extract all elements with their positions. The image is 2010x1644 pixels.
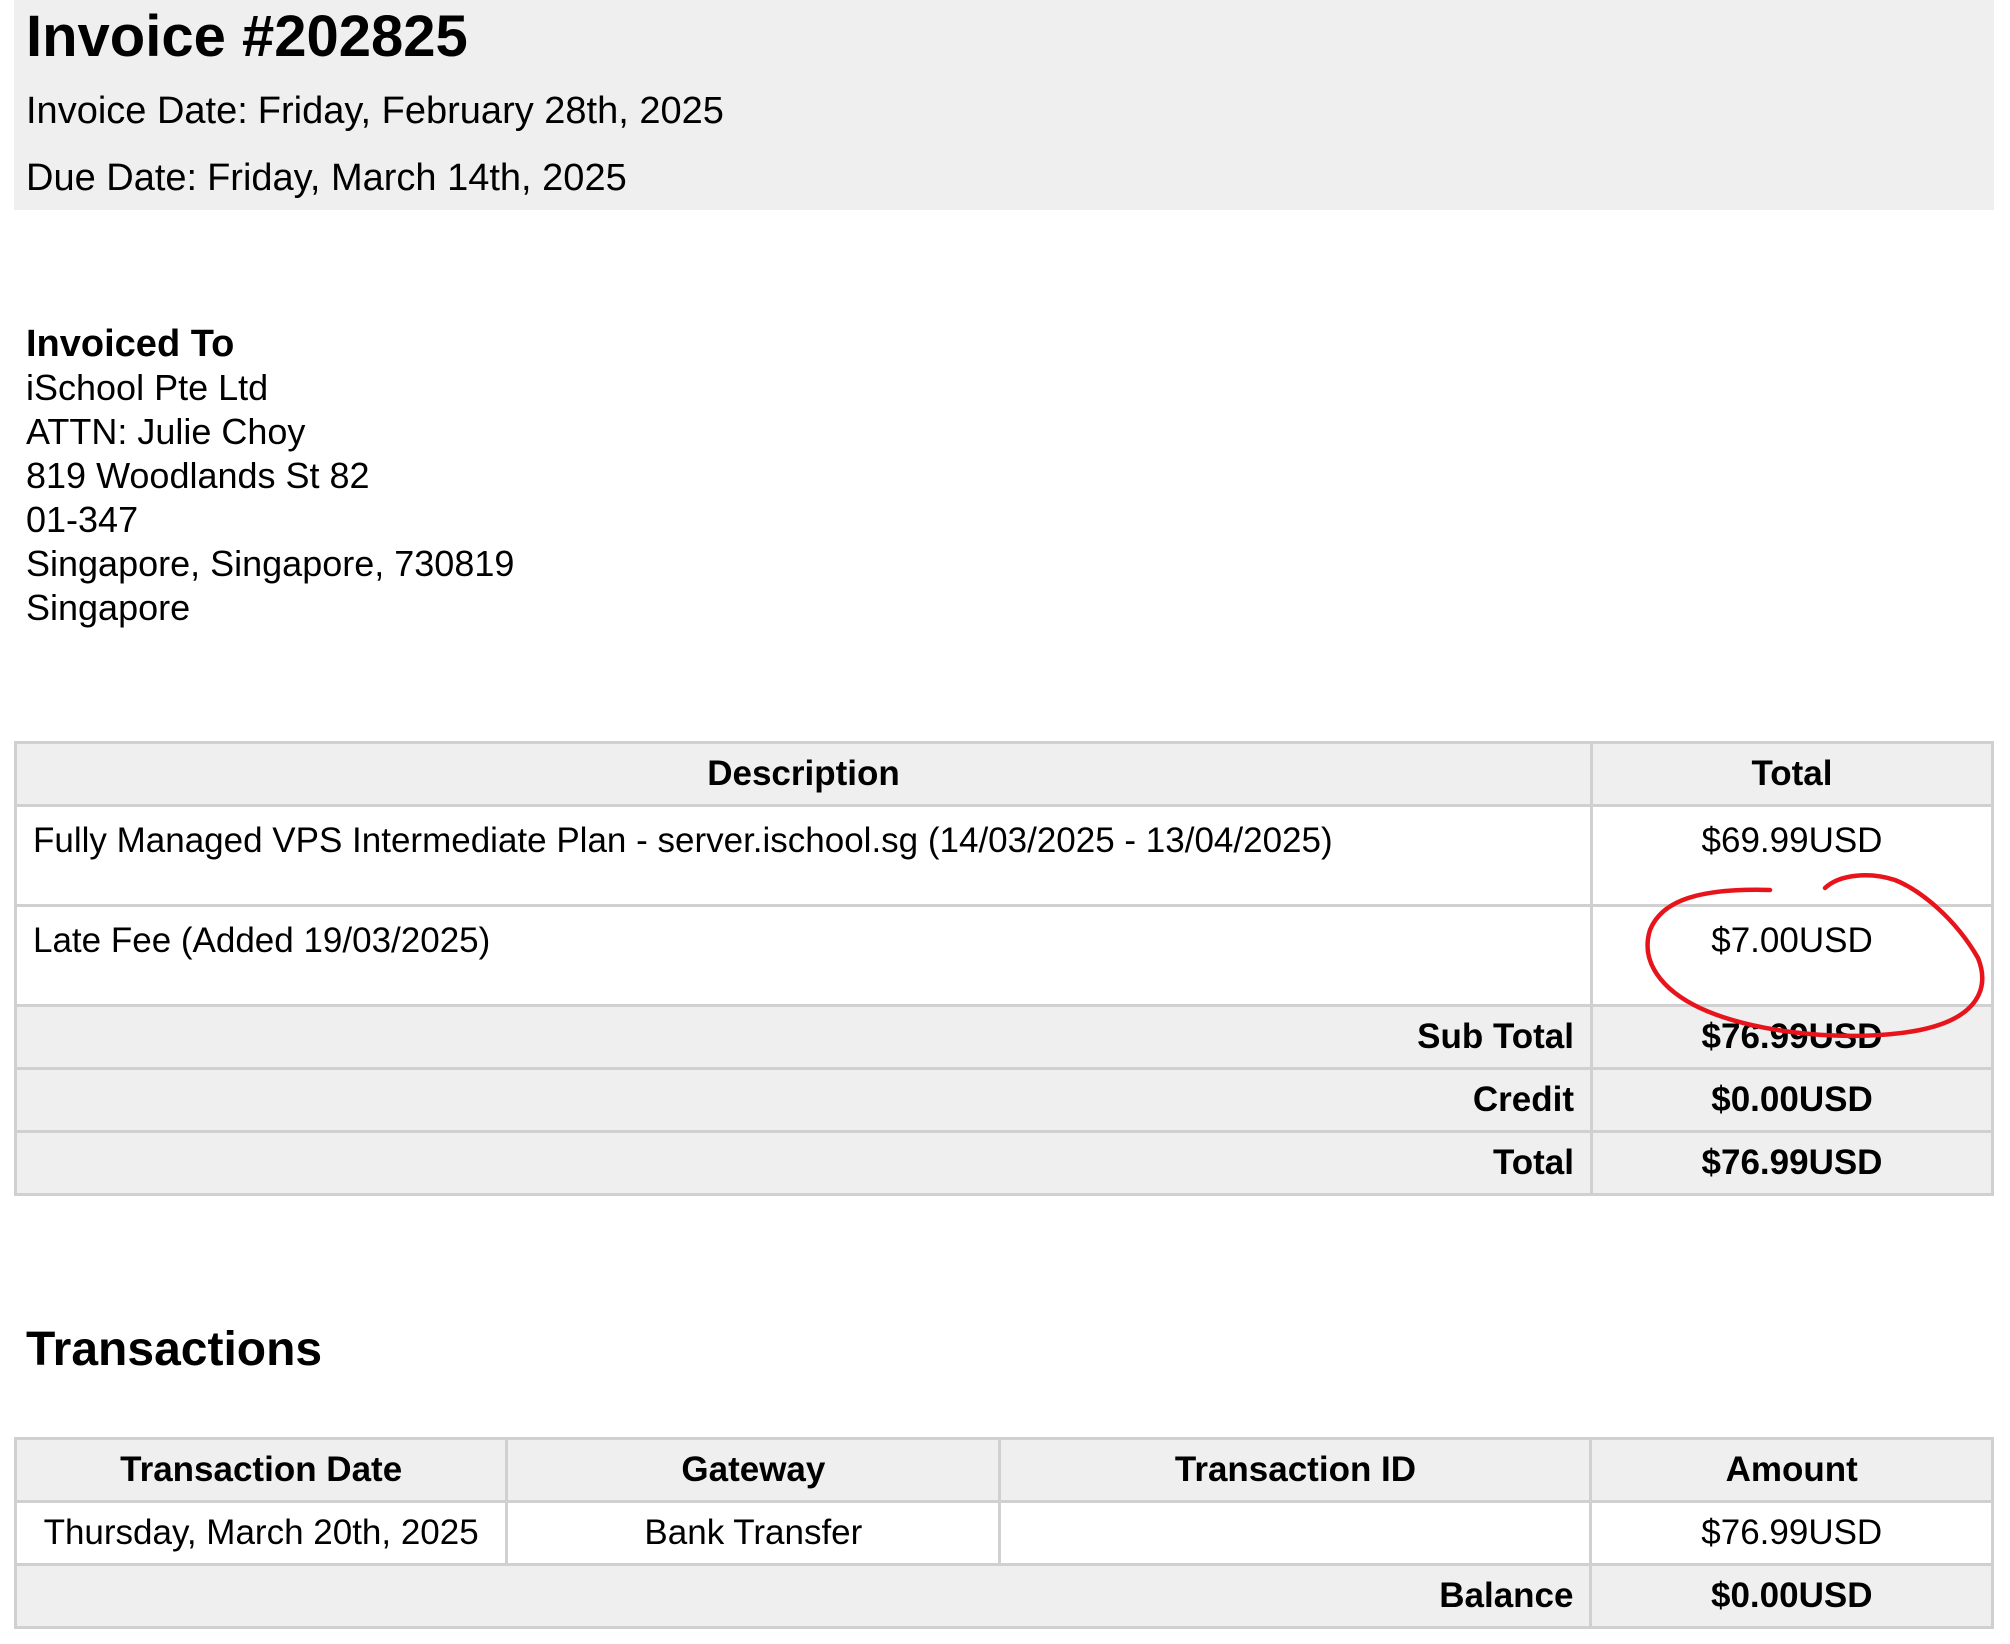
items-header-row: Description Total [14, 741, 1994, 807]
line-item-row: Fully Managed VPS Intermediate Plan - se… [14, 804, 1994, 907]
transactions-header-row: Transaction Date Gateway Transaction ID … [13, 1437, 1994, 1503]
total-row: Total $76.99USD [14, 1130, 1994, 1196]
description-column-header: Description [14, 741, 1593, 807]
due-date: Due Date: Friday, March 14th, 2025 [26, 154, 627, 202]
subtotal-label: Sub Total [14, 1004, 1593, 1070]
transaction-id [998, 1500, 1593, 1566]
credit-value: $0.00USD [1590, 1067, 1994, 1133]
address-line: iSchool Pte Ltd [26, 367, 269, 408]
balance-value: $0.00USD [1589, 1563, 1994, 1629]
line-item-total: $7.00USD [1590, 904, 1994, 1007]
credit-label: Credit [14, 1067, 1593, 1133]
total-column-header: Total [1590, 741, 1994, 807]
subtotal-value: $76.99USD [1590, 1004, 1994, 1070]
due-date-label: Due Date: [26, 157, 198, 199]
invoice-title: Invoice #202825 [26, 4, 468, 69]
transaction-date-header: Transaction Date [13, 1437, 509, 1503]
due-date-value: Friday, March 14th, 2025 [207, 157, 627, 199]
credit-row: Credit $0.00USD [14, 1067, 1994, 1133]
transaction-gateway: Bank Transfer [505, 1500, 1002, 1566]
invoice-date: Invoice Date: Friday, February 28th, 2025 [26, 87, 724, 135]
balance-row: Balance $0.00USD [13, 1563, 1994, 1629]
line-item-description: Fully Managed VPS Intermediate Plan - se… [14, 804, 1593, 907]
total-label: Total [14, 1130, 1593, 1196]
address-line: Singapore, Singapore, 730819 [26, 543, 515, 584]
line-item-row: Late Fee (Added 19/03/2025) $7.00USD [14, 904, 1994, 1007]
transaction-id-header: Transaction ID [998, 1437, 1593, 1503]
line-item-description: Late Fee (Added 19/03/2025) [14, 904, 1593, 1007]
transaction-amount: $76.99USD [1589, 1500, 1994, 1566]
invoice-page: Invoice #202825 Invoice Date: Friday, Feb… [0, 0, 2010, 1644]
invoiced-to-heading: Invoiced To [26, 323, 235, 365]
address-line: ATTN: Julie Choy [26, 411, 306, 452]
transaction-date: Thursday, March 20th, 2025 [13, 1500, 509, 1566]
transactions-heading: Transactions [26, 1323, 323, 1376]
address-line: Singapore [26, 587, 191, 628]
gateway-header: Gateway [505, 1437, 1002, 1503]
invoice-date-value: Friday, February 28th, 2025 [257, 90, 724, 132]
invoice-date-label: Invoice Date: [26, 90, 248, 132]
invoiced-to-block: Invoiced To iSchool Pte Ltd ATTN: Julie … [26, 322, 514, 630]
subtotal-row: Sub Total $76.99USD [14, 1004, 1994, 1070]
total-value: $76.99USD [1590, 1130, 1994, 1196]
transactions-table: Transaction Date Gateway Transaction ID … [13, 1437, 1994, 1629]
address-line: 819 Woodlands St 82 [26, 455, 370, 496]
line-item-total: $69.99USD [1590, 804, 1994, 907]
amount-header: Amount [1589, 1437, 1994, 1503]
invoice-items-table: Description Total Fully Managed VPS Inte… [14, 741, 1994, 1196]
transaction-row: Thursday, March 20th, 2025 Bank Transfer… [13, 1500, 1994, 1566]
balance-label: Balance [13, 1563, 1593, 1629]
address-line: 01-347 [26, 499, 139, 540]
